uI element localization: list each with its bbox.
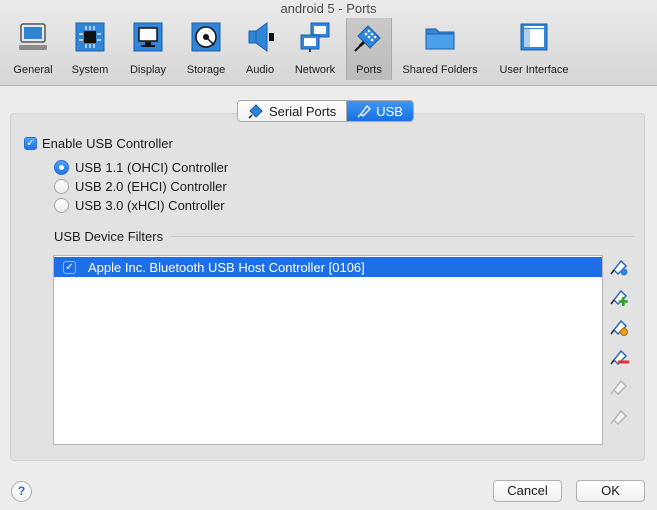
toolbar-general-label: General — [13, 64, 53, 76]
enable-usb-checkbox[interactable]: ✓ — [24, 137, 37, 150]
toolbar-audio[interactable]: Audio — [240, 18, 280, 80]
list-item[interactable]: ✓ Apple Inc. Bluetooth USB Host Controll… — [54, 257, 602, 277]
toolbar-display-label: Display — [129, 64, 167, 76]
ports-tab-bar: Serial Ports USB — [237, 100, 414, 122]
window-toolbar: android 5 - Ports General System Display… — [0, 0, 657, 86]
serial-port-tab-icon — [248, 104, 263, 119]
usb-tab-icon — [357, 105, 372, 118]
toolbar-ports[interactable]: Ports — [346, 18, 392, 80]
toolbar-user-interface-label: User Interface — [499, 64, 569, 76]
edit-filter-icon[interactable] — [610, 317, 630, 337]
usb-2-0-radio[interactable] — [54, 179, 69, 194]
window-title: android 5 - Ports — [280, 1, 377, 16]
toolbar-shared-folders-label: Shared Folders — [402, 64, 478, 76]
enable-usb-controller-row[interactable]: ✓ Enable USB Controller — [24, 136, 173, 151]
serial-port-plug-icon — [354, 25, 381, 52]
tab-serial-ports-label: Serial Ports — [269, 103, 337, 119]
toolbar-general[interactable]: General — [8, 18, 58, 80]
usb-3-0-label: USB 3.0 (xHCI) Controller — [75, 198, 225, 213]
toolbar-storage-label: Storage — [186, 64, 226, 76]
toolbar-network[interactable]: Network — [290, 18, 340, 80]
usb-filter-list[interactable]: ✓ Apple Inc. Bluetooth USB Host Controll… — [53, 255, 603, 445]
window-icon — [520, 23, 548, 51]
monitor-icon — [133, 22, 163, 52]
tab-usb[interactable]: USB — [346, 101, 413, 121]
remove-filter-icon[interactable] — [610, 347, 630, 367]
usb-2-0-label: USB 2.0 (EHCI) Controller — [75, 179, 227, 194]
cancel-button[interactable]: Cancel — [493, 480, 562, 502]
usb-3-0-option[interactable]: USB 3.0 (xHCI) Controller — [54, 198, 225, 213]
toolbar-ports-label: Ports — [356, 64, 382, 76]
usb-3-0-radio[interactable] — [54, 198, 69, 213]
add-filter-from-device-icon[interactable] — [610, 287, 630, 307]
tab-serial-ports[interactable]: Serial Ports — [238, 101, 347, 121]
usb-1-1-option[interactable]: USB 1.1 (OHCI) Controller — [54, 160, 228, 175]
toolbar-system-label: System — [71, 64, 109, 76]
usb-1-1-label: USB 1.1 (OHCI) Controller — [75, 160, 229, 175]
network-icon — [300, 22, 330, 52]
add-empty-filter-icon[interactable] — [610, 257, 630, 277]
move-filter-up-icon — [610, 379, 628, 396]
folder-icon — [425, 28, 455, 50]
usb-2-0-option[interactable]: USB 2.0 (EHCI) Controller — [54, 179, 227, 194]
tab-usb-label: USB — [376, 103, 403, 119]
ok-button[interactable]: OK — [576, 480, 645, 502]
general-settings-icon — [19, 23, 47, 50]
usb-1-1-radio[interactable] — [54, 160, 69, 175]
filters-divider — [170, 236, 634, 237]
toolbar-storage[interactable]: Storage — [182, 18, 230, 80]
chip-icon — [75, 22, 105, 52]
move-filter-down-icon — [610, 409, 628, 426]
filter-name: Apple Inc. Bluetooth USB Host Controller… — [88, 259, 365, 275]
filter-enabled-checkbox[interactable]: ✓ — [63, 260, 76, 274]
toolbar-shared-folders[interactable]: Shared Folders — [400, 18, 480, 80]
enable-usb-label: Enable USB Controller — [42, 136, 173, 151]
toolbar-user-interface[interactable]: User Interface — [494, 18, 574, 80]
usb-device-filters-heading: USB Device Filters — [54, 229, 164, 244]
toolbar-display[interactable]: Display — [124, 18, 172, 80]
toolbar-audio-label: Audio — [245, 64, 275, 76]
hard-disk-icon — [191, 22, 221, 52]
toolbar-system[interactable]: System — [66, 18, 114, 80]
toolbar-network-label: Network — [294, 64, 336, 76]
help-button[interactable]: ? — [11, 481, 32, 502]
speaker-icon — [248, 22, 274, 52]
